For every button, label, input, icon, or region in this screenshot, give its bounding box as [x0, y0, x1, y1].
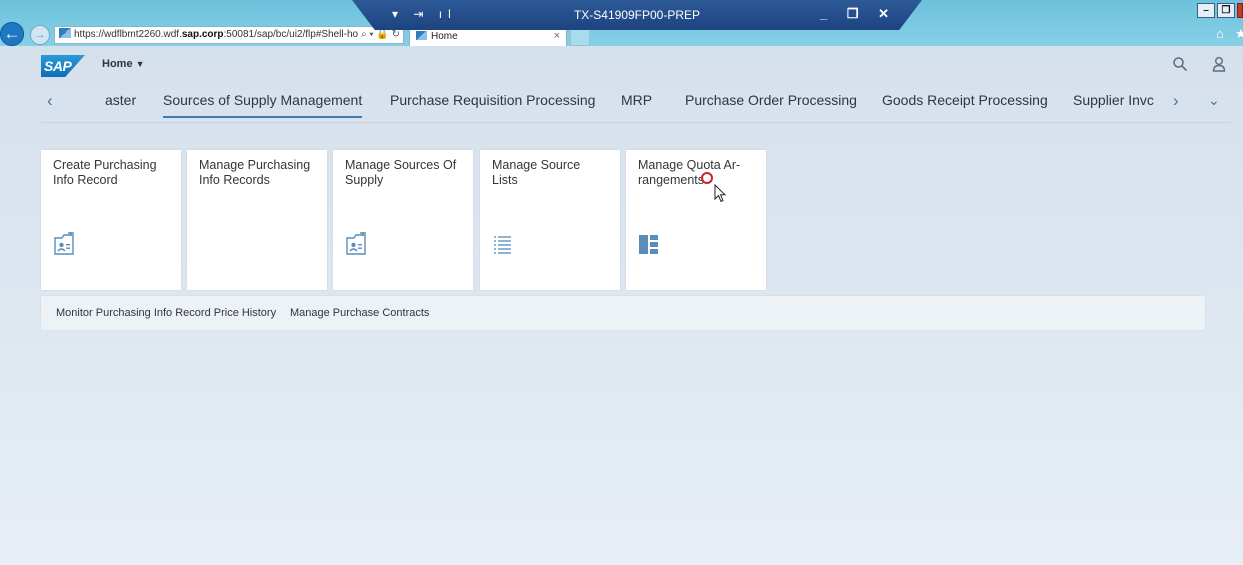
anchor-navigation-bar: ‹ aster Sources of Supply Management Pur… — [41, 86, 1231, 123]
tile-create-purchasing-info-record[interactable]: Create Purchasing Info Record — [41, 150, 181, 290]
anchor-item-purchase-order[interactable]: Purchase Order Processing — [685, 92, 857, 108]
scroll-left-icon[interactable]: ‹ — [47, 91, 53, 111]
tile-title: Manage Purchasing Info Records — [199, 158, 311, 187]
url-suffix: :50081/sap/bc/ui2/flp#Shell-ho — [223, 29, 359, 40]
close-button[interactable] — [1237, 3, 1243, 18]
site-favicon-icon — [59, 28, 71, 38]
contact-card-icon — [54, 232, 74, 255]
anchor-item-mrp[interactable]: MRP — [621, 92, 652, 108]
tile-title: Manage Quota Ar-rangements — [638, 158, 741, 187]
tile-title: Create Purchasing Info Record — [53, 158, 157, 187]
caret-down-icon: ▼ — [135, 59, 145, 69]
favorites-star-icon[interactable]: ★ — [1235, 26, 1243, 42]
scroll-right-icon[interactable]: › — [1173, 91, 1179, 111]
tile-manage-quota-arrangements[interactable]: Manage Quota Ar-rangements — [626, 150, 766, 290]
overflow-chevron-icon[interactable]: ⌄ — [1208, 92, 1220, 109]
rdp-window-controls[interactable]: _ ❐ ✕ — [820, 6, 897, 22]
sap-logo: SAP — [41, 55, 85, 77]
url-domain: sap.corp — [181, 29, 224, 40]
restore-button[interactable]: ❐ — [1217, 3, 1235, 18]
address-bar[interactable]: https://wdflbmt2260.wdf.sap.corp:50081/s… — [54, 26, 404, 44]
anchor-item-sources-of-supply[interactable]: Sources of Supply Management — [163, 92, 363, 118]
list-icon — [494, 236, 511, 254]
url-prefix: https://wdflbmt2260.wdf. — [74, 29, 182, 40]
home-menu-label: Home — [102, 58, 133, 70]
tab-favicon-icon — [416, 31, 427, 40]
search-icon[interactable] — [1172, 56, 1188, 72]
mouse-pointer-icon — [714, 184, 726, 203]
tile-manage-sources-of-supply[interactable]: Manage Sources Of Supply — [333, 150, 473, 290]
remote-desktop-bar: ▾ ⇥ ıl TX-S41909FP00-PREP _ ❐ ✕ — [352, 0, 922, 30]
anchor-item-master[interactable]: aster — [105, 92, 136, 108]
tile-title: Manage Sources Of Supply — [345, 158, 457, 187]
link-monitor-price-history[interactable]: Monitor Purchasing Info Record Price His… — [56, 307, 276, 319]
click-indicator — [701, 172, 713, 184]
anchor-item-supplier-invoice[interactable]: Supplier Invc — [1073, 92, 1154, 108]
back-arrow-icon[interactable]: ← — [0, 22, 24, 46]
anchor-item-goods-receipt[interactable]: Goods Receipt Processing — [882, 92, 1048, 108]
anchor-items: aster Sources of Supply Management Purch… — [71, 86, 1163, 122]
browser-home-icon[interactable]: ⌂ — [1216, 26, 1224, 41]
anchor-item-purchase-requisition[interactable]: Purchase Requisition Processing — [390, 92, 595, 108]
minimize-button[interactable]: – — [1197, 3, 1215, 18]
quota-layout-icon — [639, 235, 658, 254]
tile-manage-source-lists[interactable]: Manage Source Lists — [480, 150, 620, 290]
contact-card-icon — [346, 232, 366, 255]
tab-title: Home — [431, 31, 458, 42]
link-tiles-strip: Monitor Purchasing Info Record Price His… — [41, 296, 1205, 330]
user-icon[interactable] — [1211, 56, 1227, 72]
window-controls: – ❐ — [1195, 3, 1243, 19]
link-manage-purchase-contracts[interactable]: Manage Purchase Contracts — [290, 307, 429, 319]
tile-title: Manage Source Lists — [492, 158, 581, 187]
new-tab-button[interactable] — [570, 28, 590, 46]
home-menu-button[interactable]: Home ▼ — [102, 58, 144, 70]
forward-arrow-icon[interactable]: → — [30, 25, 50, 45]
tile-manage-purchasing-info-records[interactable]: Manage Purchasing Info Records — [187, 150, 327, 290]
tab-close-icon[interactable]: × — [554, 28, 560, 45]
